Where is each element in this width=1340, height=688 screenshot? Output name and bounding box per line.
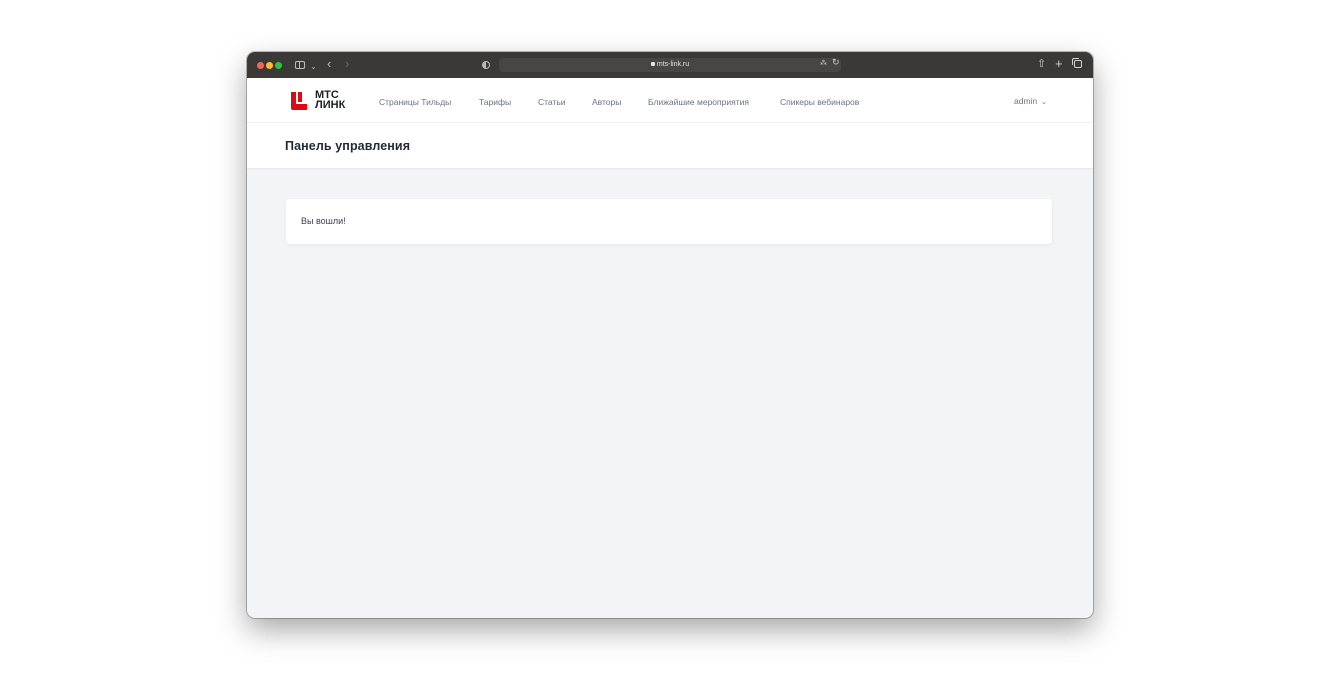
status-card: Вы вошли! xyxy=(286,199,1052,244)
user-name: admin xyxy=(1014,96,1038,106)
nav-link-tilda-pages[interactable]: Страницы Тильды xyxy=(379,97,451,107)
minimize-window-button[interactable] xyxy=(266,62,273,69)
privacy-shield-icon[interactable] xyxy=(482,61,490,69)
reload-icon[interactable]: ↻ xyxy=(832,57,840,68)
close-window-button[interactable] xyxy=(257,62,264,69)
nav-link-articles[interactable]: Статьи xyxy=(538,97,566,107)
nav-link-webinar-speakers[interactable]: Спикеры вебинаров xyxy=(780,97,859,107)
logo-wordmark[interactable]: МТС ЛИНК xyxy=(315,90,355,111)
forward-arrow-icon[interactable]: › xyxy=(345,57,349,71)
translate-icon[interactable]: ⁂ xyxy=(820,59,827,67)
back-arrow-icon[interactable]: ‹ xyxy=(327,57,331,71)
maximize-window-button[interactable] xyxy=(275,62,282,69)
page-title: Панель управления xyxy=(285,139,411,153)
nav-link-upcoming-events[interactable]: Ближайшие мероприятия xyxy=(648,97,749,107)
address-bar-url: mts-link.ru xyxy=(499,58,841,72)
mts-link-logo-icon[interactable] xyxy=(290,92,308,110)
nav-link-authors[interactable]: Авторы xyxy=(592,97,621,107)
url-label: mts-link.ru xyxy=(656,61,690,68)
tab-overview-icon[interactable] xyxy=(1072,58,1082,68)
nav-link-tariffs[interactable]: Тарифы xyxy=(479,97,511,107)
share-icon[interactable]: ⇧ xyxy=(1037,57,1046,70)
page-header: Панель управления xyxy=(247,123,1093,168)
sidebar-toggle-icon[interactable] xyxy=(295,61,305,69)
browser-window: ⌄ ‹ › mts-link.ru ⁂ ↻ ⇧ + МТС ЛИНК Стран… xyxy=(247,52,1093,618)
browser-titlebar: ⌄ ‹ › mts-link.ru ⁂ ↻ ⇧ + xyxy=(247,52,1093,78)
top-navigation: МТС ЛИНК Страницы Тильды Тарифы Статьи А… xyxy=(247,78,1093,123)
lock-icon xyxy=(650,62,655,66)
chevron-down-icon[interactable]: ⌄ xyxy=(310,60,317,74)
user-menu[interactable]: admin ⌄ xyxy=(1014,96,1047,108)
new-tab-icon[interactable]: + xyxy=(1055,56,1063,71)
status-message: Вы вошли! xyxy=(301,216,346,226)
logo-line-2: ЛИНК xyxy=(315,99,346,111)
address-bar[interactable]: mts-link.ru xyxy=(499,58,841,72)
chevron-down-icon: ⌄ xyxy=(1041,99,1048,106)
